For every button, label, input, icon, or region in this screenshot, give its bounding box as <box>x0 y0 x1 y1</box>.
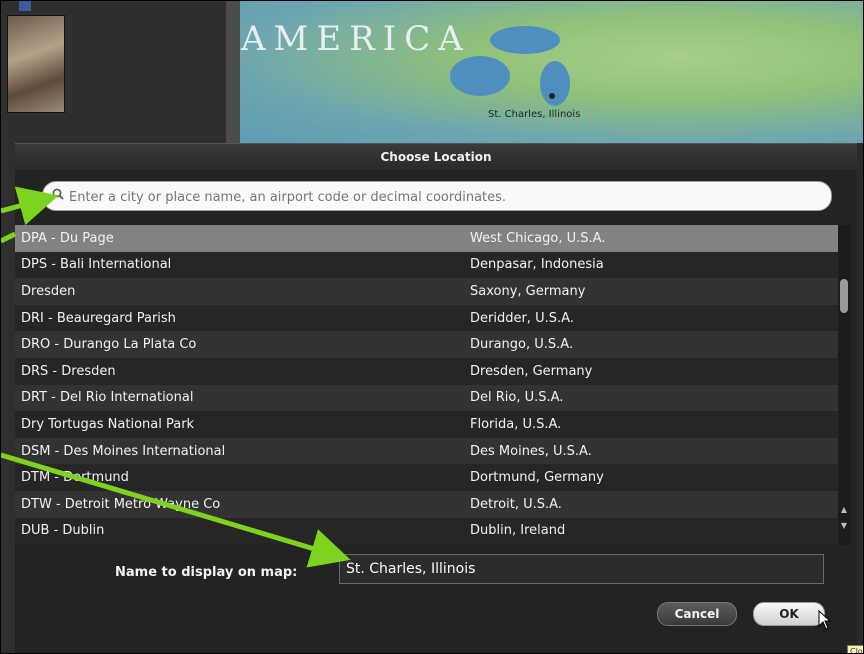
list-item[interactable]: DRS - Dresden Dresden, Germany <box>15 357 838 385</box>
list-item[interactable]: Dresden Saxony, Germany <box>15 278 838 305</box>
ok-button[interactable]: OK <box>753 602 825 626</box>
list-item[interactable]: DRT - Del Rio International Del Rio, U.S.… <box>15 384 838 412</box>
location-place: Deridder, U.S.A. <box>470 310 574 326</box>
close-tooltip: Close <box>847 645 863 653</box>
display-name-label: Name to display on map: <box>115 565 298 580</box>
list-item[interactable]: DUB - Dublin Dublin, Ireland <box>15 517 838 545</box>
search-icon <box>52 188 64 200</box>
display-name-field[interactable] <box>339 554 824 584</box>
thumbnail-edge[interactable] <box>19 1 31 11</box>
scroll-up-icon[interactable]: ▲ <box>839 505 849 515</box>
map-region-title: AMERICA <box>241 19 471 59</box>
photo-thumbnail[interactable] <box>7 15 65 113</box>
location-place: Des Moines, U.S.A. <box>470 443 592 459</box>
location-name: DUB - Dublin <box>21 523 105 539</box>
location-name: DRT - Del Rio International <box>21 390 194 406</box>
location-name: DPS - Bali International <box>21 257 172 273</box>
location-place: Denpasar, Indonesia <box>470 257 604 273</box>
location-place: Durango, U.S.A. <box>470 337 574 353</box>
location-name: DRO - Durango La Plata Co <box>21 337 197 353</box>
location-name: DSM - Des Moines International <box>21 443 226 459</box>
location-place: Florida, U.S.A. <box>470 416 562 432</box>
location-place: Dublin, Ireland <box>470 523 566 539</box>
cancel-button[interactable]: Cancel <box>657 602 737 626</box>
location-name: DRS - Dresden <box>21 363 116 379</box>
list-item[interactable]: DRI - Beauregard Parish Deridder, U.S.A. <box>15 304 838 332</box>
location-search-field[interactable] <box>42 181 832 211</box>
map-location-label: St. Charles, Illinois <box>488 109 581 120</box>
location-name: DTM - Dortmund <box>21 470 129 486</box>
pointer-cursor-icon <box>818 610 832 630</box>
dialog-title: Choose Location <box>15 144 857 170</box>
location-place: Saxony, Germany <box>470 283 586 299</box>
location-results-list: DPA - Du Page West Chicago, U.S.A. DPS - B… <box>15 225 838 545</box>
list-item[interactable]: DTM - Dortmund Dortmund, Germany <box>15 464 838 491</box>
location-place: West Chicago, U.S.A. <box>470 230 606 246</box>
map-lake <box>490 26 560 54</box>
location-place: Del Rio, U.S.A. <box>470 390 564 406</box>
sidebar-divider[interactable] <box>226 1 240 143</box>
map-location-pin[interactable] <box>549 93 555 99</box>
location-name: DTW - Detroit Metro Wayne Co <box>21 496 221 512</box>
choose-location-dialog: Choose Location DPA - Du Page West Chicag… <box>15 143 857 653</box>
list-item[interactable]: Dry Tortugas National Park Florida, U.S.A… <box>15 411 838 438</box>
scrollbar-thumb[interactable] <box>840 279 848 313</box>
location-name: DRI - Beauregard Parish <box>21 310 176 326</box>
location-name: DPA - Du Page <box>21 230 114 246</box>
results-scrollbar[interactable]: ▲ ▼ <box>838 225 851 545</box>
map-lake <box>450 56 510 96</box>
list-item[interactable]: DSM - Des Moines International Des Moines… <box>15 437 838 465</box>
search-input[interactable] <box>67 185 826 209</box>
list-item[interactable]: DPA - Du Page West Chicago, U.S.A. <box>15 225 838 252</box>
list-item[interactable]: DTW - Detroit Metro Wayne Co Detroit, U.S… <box>15 490 838 518</box>
list-item[interactable]: DRO - Durango La Plata Co Durango, U.S.A. <box>15 331 838 358</box>
app-window: AMERICA St. Charles, Illinois Choose Loc… <box>0 0 864 654</box>
list-item[interactable]: DPS - Bali International Denpasar, Indone… <box>15 251 838 279</box>
location-place: Dresden, Germany <box>470 363 593 379</box>
location-name: Dry Tortugas National Park <box>21 416 195 432</box>
location-place: Detroit, U.S.A. <box>470 496 562 512</box>
map-lake <box>540 61 570 106</box>
location-place: Dortmund, Germany <box>470 470 604 486</box>
scroll-down-icon[interactable]: ▼ <box>839 521 849 531</box>
location-name: Dresden <box>21 283 76 299</box>
